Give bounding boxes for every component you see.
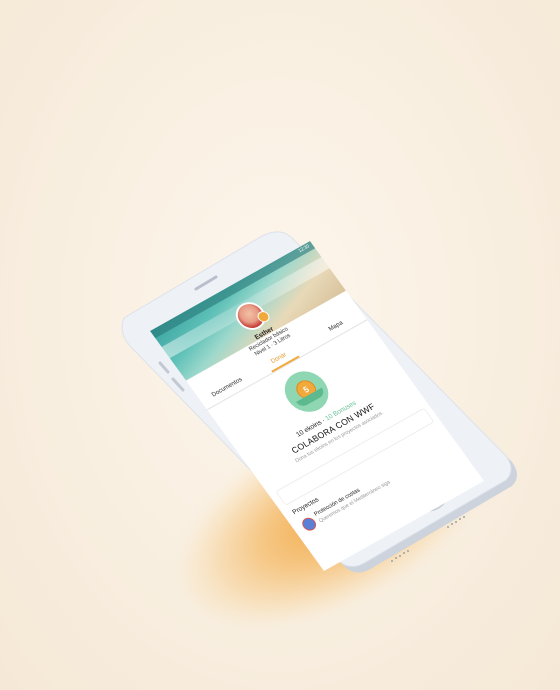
tab-mapa[interactable]: Mapa <box>327 320 344 333</box>
project-icon <box>299 515 319 533</box>
phone-mockup: 12:30 Esther Reciclador básico Nivel 1 ·… <box>0 0 560 690</box>
project-description: Queremos que el Mediterráneo siga <box>317 479 392 524</box>
scene: 12:30 Esther Reciclador básico Nivel 1 ·… <box>0 0 560 690</box>
